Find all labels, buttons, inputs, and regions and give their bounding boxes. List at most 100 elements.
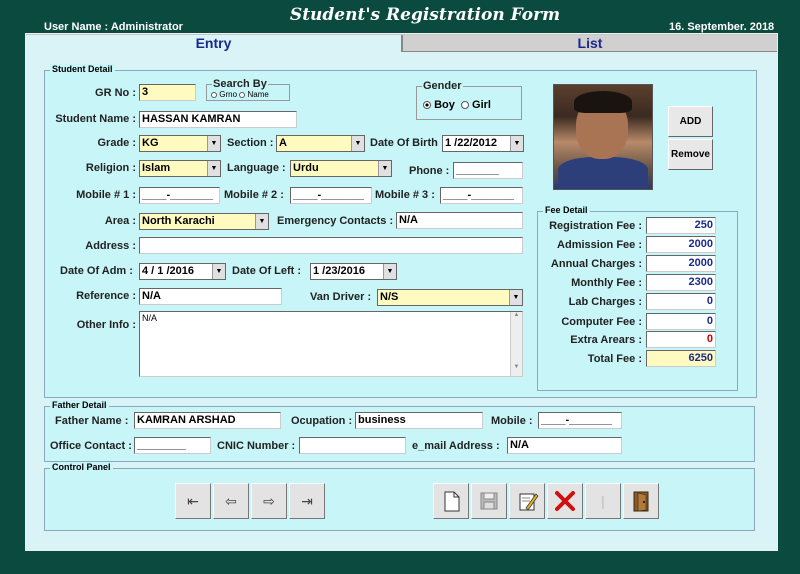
gender-label: Gender — [422, 80, 463, 92]
student-photo — [553, 84, 653, 190]
van-driver-label: Van Driver : — [310, 291, 372, 303]
fee-value-annual[interactable]: 2000 — [646, 255, 716, 272]
section-value: A — [279, 137, 287, 149]
gr-no-label: GR No : — [95, 87, 136, 99]
student-name-field[interactable]: HASSAN KAMRAN — [139, 111, 297, 128]
fee-value-computer[interactable]: 0 — [646, 313, 716, 330]
tab-entry[interactable]: Entry — [26, 35, 401, 52]
van-driver-value: N/S — [380, 291, 399, 303]
religion-value: Islam — [142, 162, 171, 174]
religion-select[interactable]: Islam ▼ — [139, 160, 221, 177]
adm-date-value: 4 / 1 /2016 — [142, 265, 194, 277]
father-mobile-field[interactable]: ____-_______ — [538, 412, 622, 429]
student-detail-legend: Student Detail — [50, 64, 115, 74]
chevron-down-icon: ▼ — [509, 290, 522, 305]
language-value: Urdu — [293, 162, 319, 174]
section-select[interactable]: A ▼ — [276, 135, 365, 152]
fee-value-monthly[interactable]: 2300 — [646, 274, 716, 291]
father-name-label: Father Name : — [55, 415, 129, 427]
occupation-field[interactable]: business — [355, 412, 483, 429]
previous-record-icon: ⇦ — [225, 493, 237, 509]
dob-select[interactable]: 1 /22/2012 ▼ — [442, 135, 524, 152]
chevron-down-icon: ▼ — [207, 161, 220, 176]
adm-date-label: Date Of Adm : — [60, 265, 133, 277]
cnic-field[interactable] — [299, 437, 406, 454]
language-select[interactable]: Urdu ▼ — [290, 160, 392, 177]
emergency-field[interactable]: N/A — [396, 212, 523, 229]
cnic-label: CNIC Number : — [217, 440, 296, 452]
left-date-value: 1 /23/2016 — [313, 265, 365, 277]
address-field[interactable] — [139, 237, 523, 254]
gender-options: Boy Girl — [423, 99, 491, 111]
mobile1-label: Mobile # 1 : — [76, 189, 136, 201]
reference-label: Reference : — [76, 290, 136, 302]
grade-label: Grade : — [97, 137, 136, 149]
search-grno-radio[interactable] — [211, 91, 217, 98]
email-label: e_mail Address : — [412, 440, 500, 452]
fee-label-registration: Registration Fee : — [549, 220, 642, 232]
last-record-button[interactable]: ⇥ — [289, 483, 325, 519]
fee-value-lab[interactable]: 0 — [646, 293, 716, 310]
fee-value-admission[interactable]: 2000 — [646, 236, 716, 253]
grade-select[interactable]: KG ▼ — [139, 135, 221, 152]
fee-label-extra: Extra Arears : — [570, 334, 642, 346]
last-record-icon: ⇥ — [301, 493, 313, 509]
delete-button[interactable] — [547, 483, 583, 519]
chevron-down-icon: ▼ — [255, 214, 268, 229]
language-label: Language : — [227, 162, 286, 174]
new-button[interactable] — [433, 483, 469, 519]
search-name-radio[interactable] — [239, 91, 246, 98]
reference-field[interactable]: N/A — [139, 288, 282, 305]
fee-value-extra[interactable]: 0 — [646, 331, 716, 348]
other-info-scrollbar[interactable]: ▲ ▼ — [510, 312, 522, 376]
grade-value: KG — [142, 137, 159, 149]
add-photo-button[interactable]: ADD — [668, 106, 713, 137]
search-name-label: Name — [247, 90, 269, 99]
van-driver-select[interactable]: N/S ▼ — [377, 289, 523, 306]
fee-label-total: Total Fee : — [587, 353, 642, 365]
remove-photo-button[interactable]: Remove — [668, 139, 713, 170]
fee-detail-legend: Fee Detail — [543, 205, 590, 215]
mobile3-field[interactable]: ____-_______ — [440, 187, 523, 204]
tab-list[interactable]: List — [401, 35, 777, 52]
gender-girl-radio[interactable] — [460, 101, 469, 110]
gender-boy-label: Boy — [434, 99, 455, 111]
dob-value: 1 /22/2012 — [445, 137, 497, 149]
other-info-label: Other Info : — [76, 319, 136, 331]
area-label: Area : — [104, 215, 136, 227]
delete-icon — [555, 491, 575, 511]
left-date-select[interactable]: 1 /23/2016 ▼ — [310, 263, 397, 280]
gr-no-field[interactable]: 3 — [139, 84, 196, 101]
father-name-field[interactable]: KAMRAN ARSHAD — [134, 412, 281, 429]
divider-icon: | — [601, 493, 605, 509]
adm-date-select[interactable]: 4 / 1 /2016 ▼ — [139, 263, 226, 280]
dob-label: Date Of Birth — [370, 137, 438, 149]
mobile2-field[interactable]: ____-_______ — [290, 187, 372, 204]
chevron-down-icon: ▼ — [510, 136, 523, 151]
save-button[interactable] — [471, 483, 507, 519]
email-field[interactable]: N/A — [507, 437, 622, 454]
gender-boy-radio[interactable] — [423, 101, 431, 110]
mobile2-label: Mobile # 2 : — [224, 189, 284, 201]
fee-label-annual: Annual Charges : — [550, 258, 642, 270]
office-contact-field[interactable]: ________ — [134, 437, 211, 454]
phone-field[interactable]: _______ — [453, 162, 523, 179]
fee-value-registration[interactable]: 250 — [646, 217, 716, 234]
fee-value-total[interactable]: 6250 — [646, 350, 716, 367]
first-record-button[interactable]: ⇤ — [175, 483, 211, 519]
blank-button[interactable]: | — [585, 483, 621, 519]
search-grno-label: Grno — [219, 90, 238, 99]
exit-icon — [633, 491, 649, 512]
new-icon — [444, 491, 460, 512]
emergency-label: Emergency Contacts : — [277, 215, 394, 227]
previous-record-button[interactable]: ⇦ — [213, 483, 249, 519]
other-info-textarea[interactable]: N/A ▲ ▼ — [139, 311, 523, 377]
mobile1-field[interactable]: ____-_______ — [139, 187, 220, 204]
area-select[interactable]: North Karachi ▼ — [139, 213, 269, 230]
photo-shirt — [558, 157, 648, 189]
control-panel-legend: Control Panel — [50, 462, 113, 472]
exit-button[interactable] — [623, 483, 659, 519]
next-record-button[interactable]: ⇨ — [251, 483, 287, 519]
mobile3-label: Mobile # 3 : — [375, 189, 435, 201]
edit-button[interactable] — [509, 483, 545, 519]
